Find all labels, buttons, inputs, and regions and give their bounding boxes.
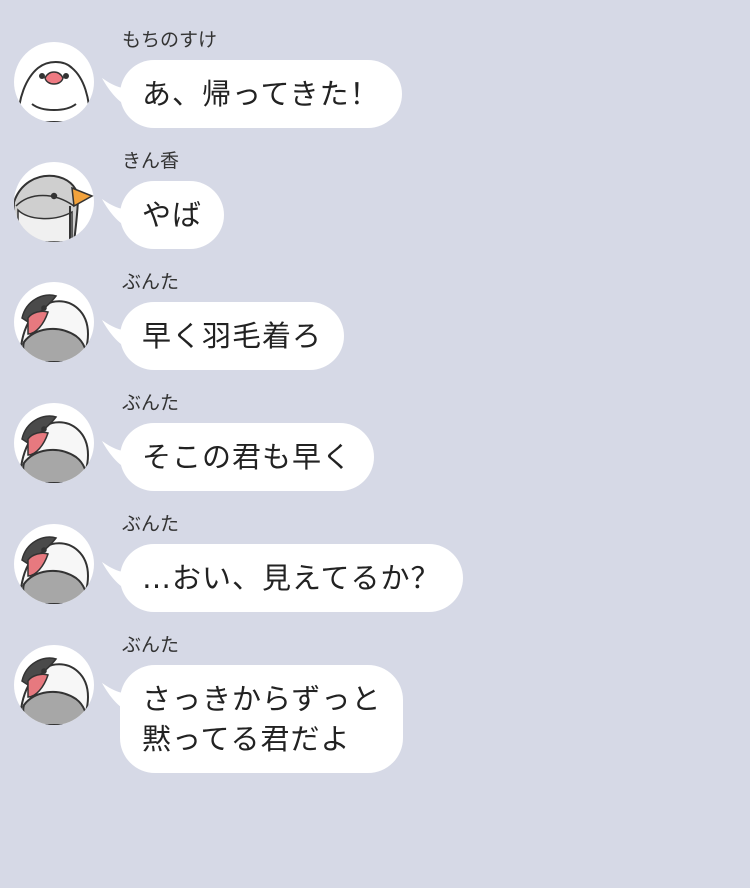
- sender-name: ぶんた: [122, 271, 180, 293]
- sender-name: ぶんた: [122, 513, 180, 535]
- java-sparrow-icon[interactable]: [14, 645, 94, 725]
- sender-name: ぶんた: [122, 392, 180, 414]
- sender-name: ぶんた: [122, 634, 180, 656]
- java-sparrow-icon[interactable]: [14, 524, 94, 604]
- message-bubble[interactable]: そこの君も早く: [120, 423, 375, 491]
- chat-view: もちのすけ あ、帰ってきた！ きん香 やば ぶんた 早く羽毛着ろ ぶんた そこの…: [0, 0, 750, 888]
- sender-name: きん香: [122, 150, 180, 172]
- white-java-sparrow-icon[interactable]: [14, 42, 94, 122]
- message-bubble[interactable]: あ、帰ってきた！: [120, 60, 402, 128]
- message-bubble[interactable]: 早く羽毛着ろ: [120, 302, 345, 370]
- message-bubble[interactable]: さっきからずっと 黙ってる君だよ: [120, 665, 404, 773]
- gray-bird-icon[interactable]: [14, 162, 94, 242]
- sender-name: もちのすけ: [122, 29, 218, 51]
- message-bubble[interactable]: やば: [120, 181, 225, 249]
- java-sparrow-icon[interactable]: [14, 403, 94, 483]
- message-bubble[interactable]: …おい、見えてるか？: [120, 544, 463, 612]
- java-sparrow-icon[interactable]: [14, 282, 94, 362]
